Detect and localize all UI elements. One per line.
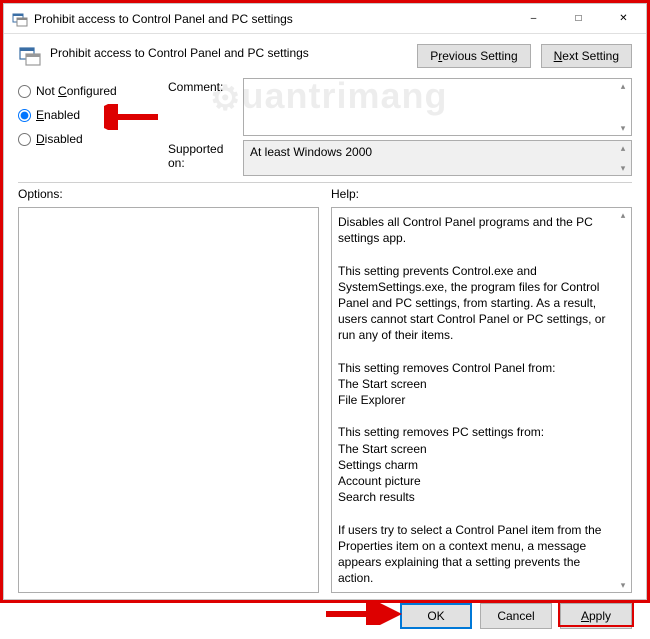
ok-button[interactable]: OK bbox=[400, 603, 472, 629]
options-box bbox=[18, 207, 319, 593]
footer: OK Cancel Apply bbox=[4, 595, 646, 639]
previous-setting-button[interactable]: Previous Setting bbox=[417, 44, 530, 68]
help-label: Help: bbox=[331, 187, 632, 201]
cancel-button[interactable]: Cancel bbox=[480, 603, 552, 629]
maximize-button[interactable]: □ bbox=[556, 4, 601, 33]
radio-disabled-input[interactable] bbox=[18, 133, 31, 146]
radio-not-configured-input[interactable] bbox=[18, 85, 31, 98]
help-text: Disables all Control Panel programs and … bbox=[338, 215, 609, 585]
app-icon bbox=[12, 11, 28, 27]
scroll-up-icon: ▴ bbox=[617, 143, 629, 153]
scroll-down-icon: ▾ bbox=[617, 123, 629, 133]
scroll-up-icon: ▴ bbox=[617, 210, 629, 220]
minimize-button[interactable]: – bbox=[511, 4, 556, 33]
help-box[interactable]: Disables all Control Panel programs and … bbox=[331, 207, 632, 593]
comment-scrollbar[interactable]: ▴ ▾ bbox=[617, 81, 629, 133]
apply-button[interactable]: Apply bbox=[560, 603, 632, 629]
supported-on-box: At least Windows 2000 ▴ ▾ bbox=[243, 140, 632, 176]
annotation-arrow-ok bbox=[324, 603, 404, 625]
scroll-down-icon: ▾ bbox=[617, 163, 629, 173]
scroll-up-icon: ▴ bbox=[617, 81, 629, 91]
supported-scrollbar[interactable]: ▴ ▾ bbox=[617, 143, 629, 173]
radio-disabled[interactable]: Disabled bbox=[18, 132, 168, 146]
comment-label: Comment: bbox=[168, 78, 243, 136]
scroll-down-icon: ▾ bbox=[617, 580, 629, 590]
next-setting-button[interactable]: Next Setting bbox=[541, 44, 632, 68]
supported-on-label: Supported on: bbox=[168, 140, 243, 176]
separator bbox=[18, 182, 632, 183]
titlebar: Prohibit access to Control Panel and PC … bbox=[4, 4, 646, 34]
window-title: Prohibit access to Control Panel and PC … bbox=[34, 12, 511, 26]
policy-icon bbox=[18, 44, 42, 68]
page-title: Prohibit access to Control Panel and PC … bbox=[50, 42, 417, 60]
close-button[interactable]: ✕ bbox=[601, 4, 646, 33]
radio-not-configured[interactable]: Not Configured bbox=[18, 84, 168, 98]
window-controls: – □ ✕ bbox=[511, 4, 646, 33]
radio-enabled[interactable]: Enabled bbox=[18, 108, 168, 122]
options-label: Options: bbox=[18, 187, 319, 201]
window: Prohibit access to Control Panel and PC … bbox=[3, 3, 647, 600]
comment-textarea[interactable]: ▴ ▾ bbox=[243, 78, 632, 136]
radio-enabled-input[interactable] bbox=[18, 109, 31, 122]
supported-on-value: At least Windows 2000 bbox=[250, 145, 372, 159]
help-scrollbar[interactable]: ▴▾ bbox=[617, 210, 629, 590]
